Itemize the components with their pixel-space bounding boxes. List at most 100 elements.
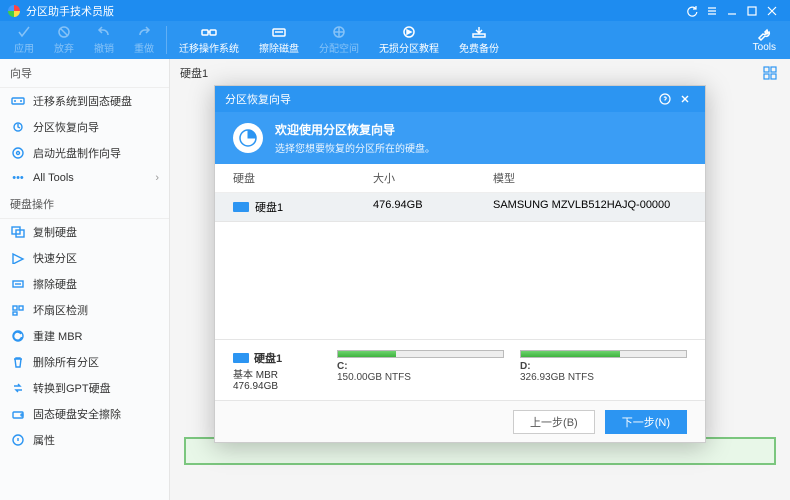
sidebar-header-wizard: 向导 — [0, 59, 169, 88]
dialog-close-icon[interactable] — [675, 93, 695, 105]
separator — [166, 26, 167, 54]
sidebar-item-label: 坏扇区检测 — [33, 302, 88, 318]
table-header: 硬盘 大小 模型 — [215, 164, 705, 193]
sidebar-item-ssd-secure-erase[interactable]: 固态硬盘安全擦除 — [0, 401, 169, 427]
sidebar-item-label: 快速分区 — [33, 250, 77, 266]
migrate-os-button[interactable]: 迁移操作系统 — [169, 21, 249, 59]
mbr-icon — [10, 329, 26, 343]
tutorial-button[interactable]: 无损分区教程 — [369, 21, 449, 59]
sidebar-item-migrate-ssd[interactable]: 迁移系统到固态硬盘 — [0, 88, 169, 114]
disk-icon — [233, 353, 249, 363]
wipe-icon — [10, 277, 26, 291]
close-icon[interactable] — [762, 3, 782, 19]
tools-button[interactable]: Tools — [743, 21, 786, 59]
sidebar-item-label: 擦除硬盘 — [33, 276, 77, 292]
sidebar-item-label: 分区恢复向导 — [33, 119, 99, 135]
recovery-icon — [10, 120, 26, 134]
th-disk: 硬盘 — [233, 170, 373, 186]
redo-button[interactable]: 重做 — [124, 21, 164, 59]
th-size: 大小 — [373, 170, 493, 186]
sidebar: 向导 迁移系统到固态硬盘 分区恢复向导 启动光盘制作向导 ••• All Tool… — [0, 59, 170, 500]
sidebar-item-label: 复制硬盘 — [33, 224, 77, 240]
refresh-icon[interactable] — [682, 3, 702, 19]
partition-summary: 硬盘1 基本 MBR 476.94GB C: 150.00GB NTFS D: … — [215, 339, 705, 400]
dialog-subheading: 选择您想要恢复的分区所在的硬盘。 — [275, 140, 435, 155]
dialog-titlebar: 分区恢复向导 — [215, 86, 705, 112]
prev-button[interactable]: 上一步(B) — [513, 410, 595, 434]
disk-summary: 硬盘1 基本 MBR 476.94GB — [233, 350, 321, 392]
cell-model: SAMSUNG MZVLB512HAJQ-00000 — [493, 199, 687, 215]
trash-icon — [10, 355, 26, 369]
sidebar-item-label: 重建 MBR — [33, 328, 83, 344]
sidebar-item-properties[interactable]: 属性 — [0, 427, 169, 453]
scan-icon — [10, 303, 26, 317]
chevron-right-icon: › — [155, 172, 159, 184]
dialog-footer: 上一步(B) 下一步(N) — [215, 400, 705, 442]
dialog-header: 欢迎使用分区恢复向导 选择您想要恢复的分区所在的硬盘。 — [215, 112, 705, 164]
partition-d[interactable]: D: 326.93GB NTFS — [520, 350, 687, 392]
sidebar-item-label: 删除所有分区 — [33, 354, 99, 370]
properties-icon — [10, 433, 26, 447]
disc-icon — [10, 146, 26, 160]
partition-info: 150.00GB NTFS — [337, 372, 504, 383]
undo-button[interactable]: 撤销 — [84, 21, 124, 59]
table-row[interactable]: 硬盘1 476.94GB SAMSUNG MZVLB512HAJQ-00000 — [215, 193, 705, 221]
convert-icon — [10, 381, 26, 395]
sidebar-item-bad-sector[interactable]: 坏扇区检测 — [0, 297, 169, 323]
cell-disk: 硬盘1 — [255, 199, 283, 215]
partition-letter: D: — [520, 361, 687, 372]
menu-icon[interactable] — [702, 3, 722, 19]
minimize-icon[interactable] — [722, 3, 742, 19]
th-model: 模型 — [493, 170, 687, 186]
partition-recovery-wizard-dialog: 分区恢复向导 欢迎使用分区恢复向导 选择您想要恢复的分区所在的硬盘。 硬盘 大小… — [214, 85, 706, 443]
sidebar-item-label: 迁移系统到固态硬盘 — [33, 93, 132, 109]
partition-c[interactable]: C: 150.00GB NTFS — [337, 350, 504, 392]
titlebar: 分区助手技术员版 — [0, 0, 790, 21]
toolbar: 应用 放弃 撤销 重做 迁移操作系统 擦除磁盘 分配空间 无损分区教程 免费备份… — [0, 21, 790, 59]
sidebar-item-boot-disc[interactable]: 启动光盘制作向导 — [0, 140, 169, 166]
partition-letter: C: — [337, 361, 504, 372]
disk-crumb: 硬盘1 — [180, 65, 780, 81]
disk-icon — [233, 202, 249, 212]
sidebar-header-disk-ops: 硬盘操作 — [0, 190, 169, 219]
disk-type: 基本 MBR — [233, 366, 321, 381]
copy-icon — [10, 225, 26, 239]
dialog-heading: 欢迎使用分区恢复向导 — [275, 121, 435, 138]
sidebar-item-delete-all[interactable]: 删除所有分区 — [0, 349, 169, 375]
sidebar-item-quick-partition[interactable]: 快速分区 — [0, 245, 169, 271]
view-toggle-icon[interactable] — [762, 65, 778, 81]
help-icon[interactable] — [655, 93, 675, 105]
maximize-icon[interactable] — [742, 3, 762, 19]
disk-size: 476.94GB — [233, 381, 321, 392]
disk-table: 硬盘 大小 模型 硬盘1 476.94GB SAMSUNG MZVLB512HA… — [215, 164, 705, 222]
sidebar-item-all-tools[interactable]: ••• All Tools › — [0, 166, 169, 190]
next-button[interactable]: 下一步(N) — [605, 410, 687, 434]
sidebar-item-label: 启动光盘制作向导 — [33, 145, 121, 161]
usage-bar — [337, 350, 504, 358]
wizard-icon — [233, 123, 263, 153]
ssd-icon — [10, 94, 26, 108]
app-title: 分区助手技术员版 — [26, 3, 682, 19]
sidebar-item-rebuild-mbr[interactable]: 重建 MBR — [0, 323, 169, 349]
sidebar-item-label: 属性 — [33, 432, 55, 448]
dialog-title: 分区恢复向导 — [225, 91, 655, 107]
sidebar-item-label: All Tools — [33, 172, 74, 184]
discard-button[interactable]: 放弃 — [44, 21, 84, 59]
sidebar-item-wipe-disk[interactable]: 擦除硬盘 — [0, 271, 169, 297]
sidebar-item-copy-disk[interactable]: 复制硬盘 — [0, 219, 169, 245]
app-logo — [8, 5, 20, 17]
secure-erase-icon — [10, 407, 26, 421]
cell-size: 476.94GB — [373, 199, 493, 215]
backup-button[interactable]: 免费备份 — [449, 21, 509, 59]
partition-icon — [10, 251, 26, 265]
sidebar-item-convert-gpt[interactable]: 转换到GPT硬盘 — [0, 375, 169, 401]
usage-bar — [520, 350, 687, 358]
erase-disk-button[interactable]: 擦除磁盘 — [249, 21, 309, 59]
sidebar-item-label: 转换到GPT硬盘 — [33, 380, 111, 396]
sidebar-item-partition-recovery[interactable]: 分区恢复向导 — [0, 114, 169, 140]
allocate-button[interactable]: 分配空间 — [309, 21, 369, 59]
dots-icon: ••• — [10, 171, 26, 185]
partition-info: 326.93GB NTFS — [520, 372, 687, 383]
sidebar-item-label: 固态硬盘安全擦除 — [33, 406, 121, 422]
apply-button[interactable]: 应用 — [4, 21, 44, 59]
